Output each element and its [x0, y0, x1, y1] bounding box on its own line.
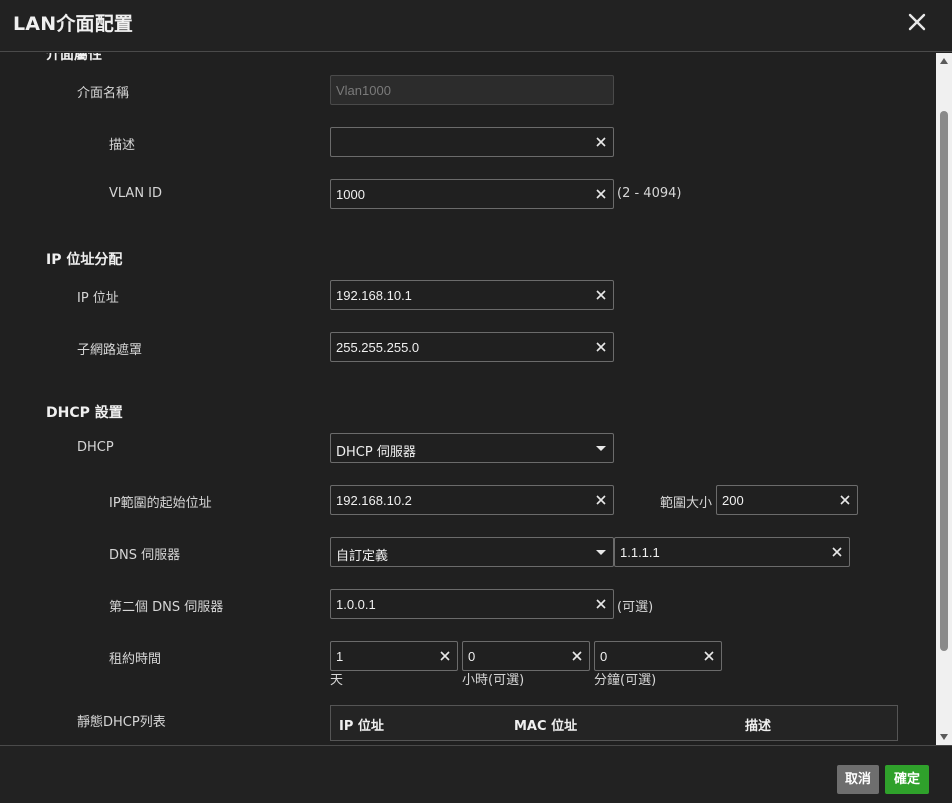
vlan-id-field[interactable]: 1000: [330, 179, 614, 209]
vlan-id-range-hint: (2 - 4094): [617, 186, 682, 201]
dhcp-label: DHCP: [77, 440, 114, 455]
subnet-mask-field[interactable]: 255.255.255.0: [330, 332, 614, 362]
clear-icon[interactable]: [703, 650, 715, 662]
ok-button[interactable]: 確定: [885, 765, 929, 794]
section-title-dhcp: DHCP 設置: [46, 405, 123, 421]
description-field[interactable]: [330, 127, 614, 157]
dns-server-label: DNS 伺服器: [109, 548, 181, 563]
lease-time-label: 租約時間: [109, 652, 162, 667]
subnet-mask-value: 255.255.255.0: [336, 340, 420, 355]
secondary-dns-label: 第二個 DNS 伺服器: [109, 600, 224, 615]
scroll-up-icon[interactable]: [940, 58, 948, 64]
dns-mode-value: 自訂定義: [336, 549, 389, 564]
lease-days-field[interactable]: 1: [330, 641, 458, 671]
secondary-dns-value: 1.0.0.1: [336, 597, 376, 612]
section-title-interface-props: 介面屬性: [46, 53, 102, 63]
chevron-down-icon: [596, 550, 606, 555]
range-size-value: 200: [722, 493, 744, 508]
lease-minutes-value: 0: [600, 649, 608, 664]
lease-hours-field[interactable]: 0: [462, 641, 590, 671]
lease-hours-value: 0: [468, 649, 476, 664]
table-header-mac[interactable]: MAC 位址: [514, 715, 577, 734]
table-header-description[interactable]: 描述: [745, 715, 771, 734]
lease-minutes-unit: 分鐘(可選): [594, 673, 657, 688]
dhcp-mode-value: DHCP 伺服器: [336, 445, 416, 460]
interface-name-value: Vlan1000: [336, 83, 391, 98]
clear-icon[interactable]: [595, 598, 607, 610]
secondary-dns-optional-hint: (可選): [617, 600, 654, 615]
chevron-down-icon: [596, 446, 606, 451]
scroll-down-icon[interactable]: [940, 734, 948, 740]
secondary-dns-field[interactable]: 1.0.0.1: [330, 589, 614, 619]
close-icon[interactable]: [904, 9, 930, 35]
range-start-label: IP範圍的起始位址: [109, 496, 212, 511]
clear-icon[interactable]: [595, 136, 607, 148]
ip-address-field[interactable]: 192.168.10.1: [330, 280, 614, 310]
range-start-value: 192.168.10.2: [336, 493, 412, 508]
scrollbar-thumb[interactable]: [940, 111, 948, 651]
vertical-scrollbar[interactable]: [936, 53, 952, 745]
ip-address-label: IP 位址: [77, 291, 119, 306]
interface-name-field: Vlan1000: [330, 75, 614, 105]
dns-server-field[interactable]: 1.1.1.1: [614, 537, 850, 567]
clear-icon[interactable]: [439, 650, 451, 662]
static-dhcp-label: 靜態DHCP列表: [77, 715, 166, 730]
table-header-ip[interactable]: IP 位址: [339, 715, 384, 734]
dialog-title: LAN介面配置: [13, 13, 134, 35]
clear-icon[interactable]: [595, 494, 607, 506]
dhcp-mode-select[interactable]: DHCP 伺服器: [330, 433, 614, 463]
description-label: 描述: [109, 138, 136, 153]
dialog-body: 介面屬性 介面名稱 Vlan1000 描述 VLAN ID 1000 (2 - …: [0, 53, 936, 745]
clear-icon[interactable]: [595, 188, 607, 200]
clear-icon[interactable]: [571, 650, 583, 662]
range-start-field[interactable]: 192.168.10.2: [330, 485, 614, 515]
range-size-label: 範圍大小: [660, 496, 713, 511]
dns-mode-select[interactable]: 自訂定義: [330, 537, 614, 567]
lease-minutes-field[interactable]: 0: [594, 641, 722, 671]
interface-name-label: 介面名稱: [77, 86, 130, 101]
section-title-ip-assignment: IP 位址分配: [46, 252, 123, 268]
static-dhcp-table: IP 位址 MAC 位址 描述: [330, 705, 898, 741]
lease-days-value: 1: [336, 649, 344, 664]
dialog-header: LAN介面配置: [0, 0, 952, 52]
clear-icon[interactable]: [595, 289, 607, 301]
vlan-id-value: 1000: [336, 187, 365, 202]
clear-icon[interactable]: [831, 546, 843, 558]
dialog-footer: 取消 確定: [0, 745, 952, 803]
dns-server-value: 1.1.1.1: [620, 545, 660, 560]
ip-address-value: 192.168.10.1: [336, 288, 412, 303]
clear-icon[interactable]: [839, 494, 851, 506]
vlan-id-label: VLAN ID: [109, 186, 163, 201]
subnet-mask-label: 子網路遮罩: [77, 343, 143, 358]
range-size-field[interactable]: 200: [716, 485, 858, 515]
cancel-button[interactable]: 取消: [837, 765, 879, 794]
clear-icon[interactable]: [595, 341, 607, 353]
lease-hours-unit: 小時(可選): [462, 673, 525, 688]
lease-days-unit: 天: [330, 673, 344, 688]
